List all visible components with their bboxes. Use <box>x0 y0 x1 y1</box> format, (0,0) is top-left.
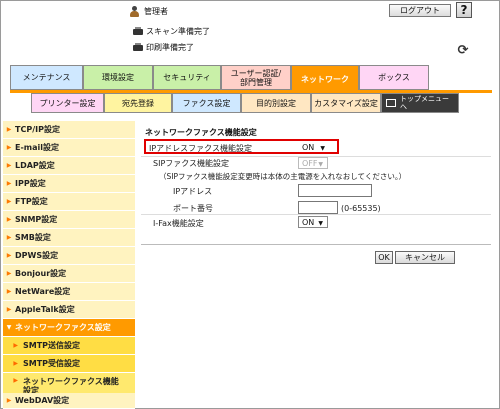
ip-fax-value: ON <box>302 142 315 152</box>
dropdown-caret-icon: ▼ <box>318 220 323 227</box>
sidebar-item-network-fax[interactable]: ▼ ネットワークファクス設定 <box>3 319 135 337</box>
port-label: ポート番号 <box>173 204 213 213</box>
ifax-select[interactable]: ON ▼ <box>298 216 328 228</box>
divider <box>141 244 491 245</box>
scan-status-text: スキャン準備完了 <box>146 26 210 36</box>
arrow-icon: ▶ <box>6 126 12 133</box>
sidebar-item-label: SMTP送信設定 <box>23 341 81 350</box>
sidebar-item-label: Bonjour設定 <box>15 269 67 278</box>
page-title: ネットワークファクス機能設定 <box>145 128 257 137</box>
tab-security[interactable]: セキュリティ <box>153 65 221 90</box>
sidebar-item-snmp[interactable]: ▶ SNMP設定 <box>3 211 135 229</box>
arrow-icon: ▶ <box>13 342 18 349</box>
arrow-icon: ▶ <box>6 306 12 313</box>
sidebar-item-webdav[interactable]: ▶ WebDAV設定 <box>3 393 135 409</box>
sidebar-item-netware[interactable]: ▶ NetWare設定 <box>3 283 135 301</box>
sidebar-item-label: IPP設定 <box>15 179 46 188</box>
printer-icon <box>133 42 143 52</box>
print-status: 印刷準備完了 <box>133 41 194 53</box>
arrow-icon: ▶ <box>6 397 12 404</box>
sidebar-item-bonjour[interactable]: ▶ Bonjour設定 <box>3 265 135 283</box>
sidebar-item-smtp-receive[interactable]: ▶ SMTP受信設定 <box>3 355 135 373</box>
arrow-icon: ▶ <box>6 144 12 151</box>
print-status-text: 印刷準備完了 <box>146 42 194 52</box>
divider <box>141 214 491 215</box>
user-label: 管理者 <box>144 6 168 16</box>
tab-destination[interactable]: 宛先登録 <box>104 93 172 113</box>
sidebar-item-ipp[interactable]: ▶ IPP設定 <box>3 175 135 193</box>
arrow-icon: ▶ <box>6 216 12 223</box>
arrow-icon: ▶ <box>6 180 12 187</box>
sidebar-item-label: TCP/IP設定 <box>15 125 60 134</box>
sidebar-item-label: NetWare設定 <box>15 287 71 296</box>
scanner-icon <box>133 26 143 36</box>
top-menu-label: トップメニューへ <box>400 95 449 111</box>
sip-fax-value: OFF <box>302 158 318 168</box>
arrow-icon: ▶ <box>6 198 12 205</box>
arrow-icon: ▶ <box>13 377 18 384</box>
cancel-button[interactable]: キャンセル <box>395 251 455 264</box>
refresh-icon[interactable]: ⟳ <box>456 43 470 58</box>
arrow-icon: ▶ <box>6 288 12 295</box>
sidebar-item-dpws[interactable]: ▶ DPWS設定 <box>3 247 135 265</box>
ifax-label: I-Fax機能設定 <box>153 219 204 228</box>
dropdown-caret-icon: ▼ <box>320 145 325 152</box>
sidebar-item-ldap[interactable]: ▶ LDAP設定 <box>3 157 135 175</box>
scan-status: スキャン準備完了 <box>133 25 210 37</box>
sidebar-item-label: LDAP設定 <box>15 161 55 170</box>
tab-maintenance[interactable]: メンテナンス <box>10 65 83 90</box>
ip-address-label: IPアドレス <box>173 187 213 196</box>
dropdown-caret-icon: ▼ <box>318 161 323 168</box>
sidebar-item-label: DPWS設定 <box>15 251 59 260</box>
ip-fax-select[interactable]: ON ▼ <box>298 141 330 153</box>
sidebar: ▶ TCP/IP設定 ▶ E-mail設定 ▶ LDAP設定 ▶ IPP設定 ▶ FTP設… <box>3 121 135 409</box>
ip-address-input[interactable] <box>298 184 372 197</box>
tab-network[interactable]: ネットワーク <box>291 65 359 93</box>
sip-fax-label: SIPファクス機能設定 <box>153 159 230 168</box>
sidebar-item-label: SMTP受信設定 <box>23 359 81 368</box>
sidebar-item-smtp-send[interactable]: ▶ SMTP送信設定 <box>3 337 135 355</box>
sidebar-item-label: SMB設定 <box>15 233 51 242</box>
top-menu-icon <box>386 99 396 107</box>
port-input[interactable] <box>298 201 338 214</box>
help-button[interactable]: ? <box>456 2 472 18</box>
sidebar-item-email[interactable]: ▶ E-mail設定 <box>3 139 135 157</box>
sidebar-item-label: ネットワークファクス設定 <box>15 323 111 332</box>
tab-printer-settings[interactable]: プリンター設定 <box>31 93 104 113</box>
logout-button[interactable]: ログアウト <box>389 4 451 17</box>
expanded-arrow-icon: ▼ <box>6 324 12 331</box>
arrow-icon: ▶ <box>13 360 18 367</box>
sidebar-item-smb[interactable]: ▶ SMB設定 <box>3 229 135 247</box>
sidebar-item-label: E-mail設定 <box>15 143 60 152</box>
tab-environment[interactable]: 環境設定 <box>83 65 153 90</box>
tab-top-menu[interactable]: トップメニューへ <box>381 93 459 113</box>
tab-customize[interactable]: カスタマイズ設定 <box>311 93 381 113</box>
page-frame: 管理者 ログアウト ? スキャン準備完了 印刷準備完了 ⟳ メンテナンス 環境設… <box>0 0 500 409</box>
ifax-value: ON <box>302 217 315 227</box>
sidebar-item-ftp[interactable]: ▶ FTP設定 <box>3 193 135 211</box>
tab-fax-settings[interactable]: ファクス設定 <box>172 93 241 113</box>
current-user: 管理者 <box>129 4 168 18</box>
sidebar-item-appletalk[interactable]: ▶ AppleTalk設定 <box>3 301 135 319</box>
tab-purpose-settings[interactable]: 目的別設定 <box>241 93 311 113</box>
sip-note: （SIPファクス機能設定変更時は本体の主電源を入れなおしてください。） <box>159 172 407 181</box>
sidebar-item-label: FTP設定 <box>15 197 48 206</box>
arrow-icon: ▶ <box>6 252 12 259</box>
arrow-icon: ▶ <box>6 162 12 169</box>
sidebar-item-tcpip[interactable]: ▶ TCP/IP設定 <box>3 121 135 139</box>
tab-box[interactable]: ボックス <box>359 65 429 90</box>
sidebar-item-label: SNMP設定 <box>15 215 58 224</box>
ip-fax-label: IPアドレスファクス機能設定 <box>149 144 252 153</box>
sidebar-item-label: AppleTalk設定 <box>15 305 75 314</box>
port-range: (0-65535) <box>341 204 381 213</box>
user-icon <box>129 5 140 17</box>
sip-fax-select[interactable]: OFF ▼ <box>298 157 328 169</box>
arrow-icon: ▶ <box>6 234 12 241</box>
tab-user-auth[interactable]: ユーザー認証/部門管理 <box>221 65 291 90</box>
arrow-icon: ▶ <box>6 270 12 277</box>
sidebar-item-label: WebDAV設定 <box>15 396 70 405</box>
ok-button[interactable]: OK <box>375 251 393 264</box>
